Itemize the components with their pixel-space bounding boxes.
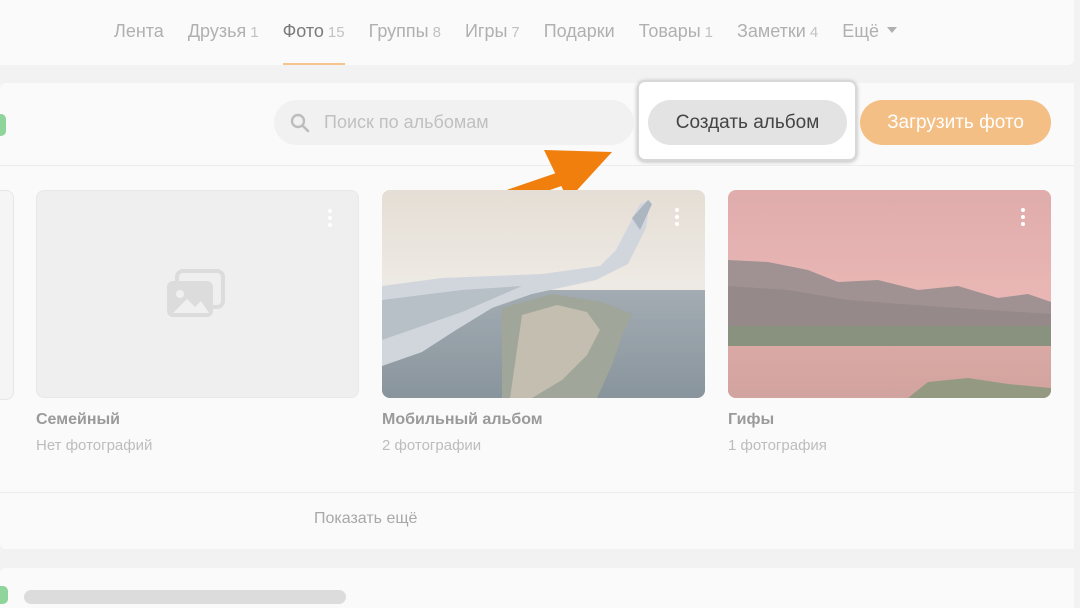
tab-label: Товары <box>638 21 701 41</box>
tab-label: Группы <box>368 21 429 41</box>
tab-photos[interactable]: Фото 15 <box>282 0 345 65</box>
album-title[interactable]: Семейный <box>36 411 359 429</box>
tab-label: Лента <box>114 21 164 41</box>
cover-overlay <box>382 190 705 398</box>
tab-label: Ещё <box>842 21 880 41</box>
album-title[interactable]: Мобильный альбом <box>382 411 705 429</box>
album-photo-count: 1 фотография <box>728 437 827 454</box>
album-card-mobile[interactable]: Мобильный альбом 2 фотографии <box>382 190 705 454</box>
divider <box>0 492 1074 493</box>
tab-games[interactable]: Игры 7 <box>465 0 520 65</box>
album-card-family[interactable]: Семейный Нет фотографий <box>36 190 359 454</box>
show-more-link[interactable]: Показать ещё <box>314 510 417 528</box>
create-album-button[interactable]: Создать альбом <box>648 100 847 145</box>
search-input[interactable] <box>322 111 606 134</box>
album-cover-image[interactable] <box>382 190 705 398</box>
album-search[interactable] <box>274 100 634 145</box>
tab-count: 8 <box>432 24 441 41</box>
tab-groups[interactable]: Группы 8 <box>369 0 441 65</box>
tab-count: 15 <box>327 24 345 41</box>
album-photo-count: Нет фотографий <box>36 437 153 454</box>
album-title[interactable]: Гифы <box>728 411 1051 429</box>
tab-label: Заметки <box>737 21 806 41</box>
tab-count: 1 <box>250 24 259 41</box>
status-badge <box>0 586 8 604</box>
tab-notes[interactable]: Заметки 4 <box>737 0 818 65</box>
tab-gifts[interactable]: Подарки <box>544 0 615 65</box>
album-cover-empty[interactable] <box>36 190 359 398</box>
tab-more[interactable]: Ещё <box>842 0 898 65</box>
tab-count: 7 <box>511 24 520 41</box>
tab-friends[interactable]: Друзья 1 <box>188 0 259 65</box>
upload-photo-button[interactable]: Загрузить фото <box>860 100 1051 145</box>
album-cover-image[interactable] <box>728 190 1051 398</box>
kebab-menu-icon[interactable] <box>328 209 334 227</box>
photos-icon <box>167 269 225 317</box>
album-card-gifs[interactable]: Гифы 1 фотография <box>728 190 1051 454</box>
caret-down-icon <box>887 27 898 34</box>
kebab-menu-icon[interactable] <box>675 208 681 226</box>
tab-label: Игры <box>464 21 508 41</box>
tab-label: Подарки <box>543 21 615 41</box>
tab-feed[interactable]: Лента <box>114 0 164 65</box>
profile-tabs: Лента Друзья 1 Фото 15 Группы 8 Игры 7 Подар… <box>114 0 921 65</box>
tab-label: Друзья <box>187 21 247 41</box>
kebab-menu-icon[interactable] <box>1021 208 1027 226</box>
tab-products[interactable]: Товары 1 <box>639 0 713 65</box>
cover-overlay <box>728 190 1051 398</box>
album-photo-count: 2 фотографии <box>382 437 482 454</box>
tab-label: Фото <box>282 21 324 41</box>
search-icon <box>290 113 310 132</box>
status-badge <box>0 114 6 136</box>
profile-nav-bar: Лента Друзья 1 Фото 15 Группы 8 Игры 7 Подар… <box>0 0 1074 65</box>
placeholder-bar <box>24 590 346 604</box>
tab-count: 1 <box>704 24 714 41</box>
album-card-partial[interactable] <box>0 190 14 400</box>
tab-count: 4 <box>809 24 819 41</box>
